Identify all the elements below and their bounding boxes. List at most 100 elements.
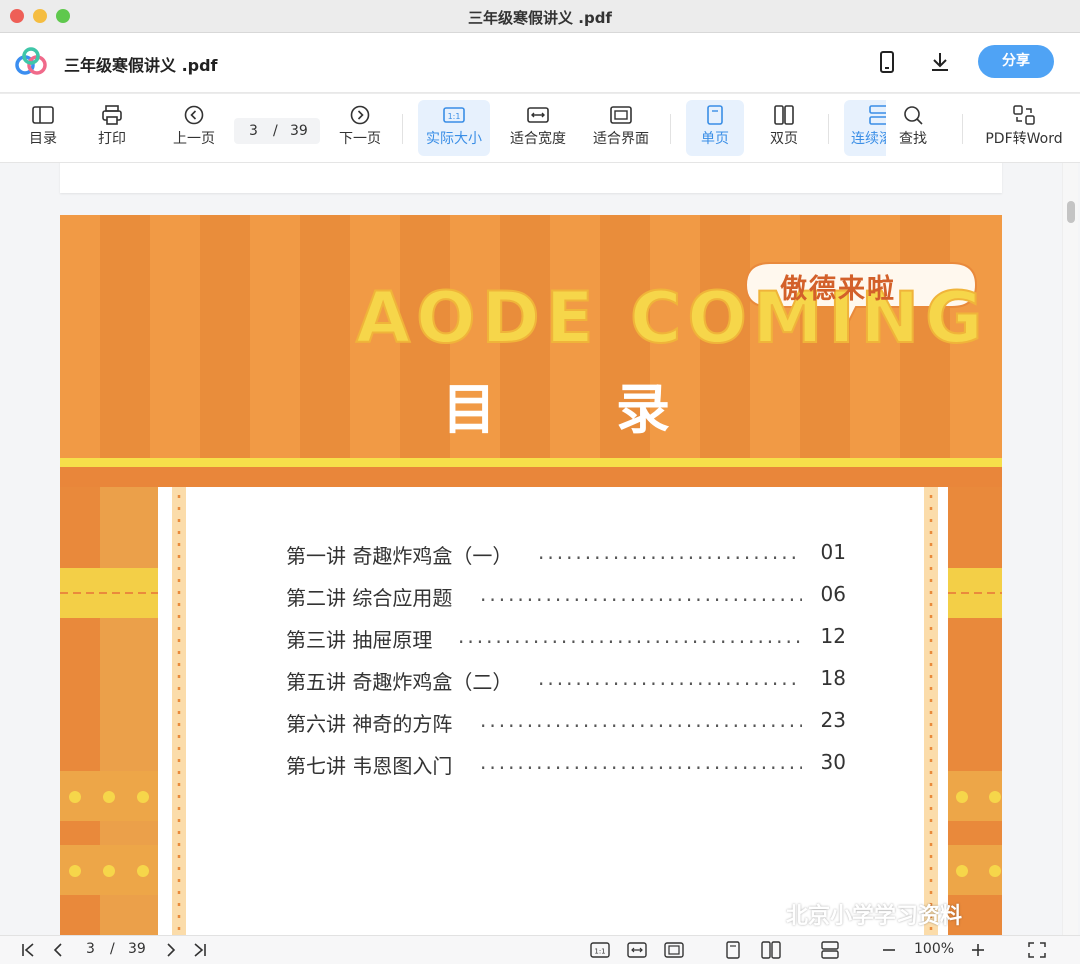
next-page-button[interactable]: 下一页 <box>332 100 388 156</box>
chevron-right-icon[interactable] <box>163 942 179 958</box>
status-current-page[interactable]: 3 <box>86 941 95 957</box>
vertical-scrollbar[interactable] <box>1062 163 1078 935</box>
next-page-label: 下一页 <box>339 131 381 147</box>
toc-button[interactable]: 目录 <box>18 100 68 156</box>
continuous-scroll-icon[interactable] <box>821 941 839 959</box>
single-page-label: 单页 <box>701 131 729 147</box>
print-button-label: 打印 <box>98 131 126 147</box>
single-page-icon[interactable] <box>724 941 742 959</box>
toc-entry[interactable]: 第七讲 韦恩图入门 ..............................… <box>286 750 846 780</box>
page-separator: / <box>273 123 278 139</box>
toc-leader-dots: ........................................… <box>538 666 802 690</box>
last-page-icon[interactable] <box>192 942 208 958</box>
fit-page-icon <box>610 106 632 124</box>
toc-entry[interactable]: 第二讲 综合应用题 ..............................… <box>286 582 846 612</box>
current-page: 3 <box>249 123 258 139</box>
print-button[interactable]: 打印 <box>88 100 136 156</box>
banner-badge: 傲德来啦 <box>780 274 896 305</box>
window-title: 三年级寒假讲义 .pdf <box>468 9 612 27</box>
zoom-level[interactable]: 100% <box>914 941 954 957</box>
actual-size-icon[interactable]: 1:1 <box>590 942 610 958</box>
toc-heading-right: 录 <box>616 378 670 441</box>
actual-size-button[interactable]: 1:1 实际大小 <box>418 100 490 156</box>
fullscreen-icon[interactable] <box>1028 942 1046 958</box>
single-page-icon <box>707 105 723 125</box>
page-number-input[interactable]: 3 / 39 <box>234 118 320 144</box>
printer-icon <box>102 105 122 125</box>
toc-entry-page: 12 <box>820 624 846 648</box>
app-logo-icon <box>15 47 47 75</box>
toc-leader-dots: ........................................… <box>480 708 802 732</box>
toc-leader-dots: ........................................… <box>480 750 802 774</box>
fit-page-icon[interactable] <box>664 942 684 958</box>
continuous-scroll-button[interactable]: 连续滚 <box>844 100 886 156</box>
fit-width-icon <box>527 107 549 123</box>
actual-size-label: 实际大小 <box>426 131 482 147</box>
document-viewer[interactable]: AODE COMING 傲德来啦 目 录 第一讲 奇趣炸鸡盒（一） ......… <box>0 163 1080 935</box>
fit-width-label: 适合宽度 <box>510 131 566 147</box>
double-page-button[interactable]: 双页 <box>756 100 812 156</box>
zoom-out-icon[interactable] <box>881 943 897 957</box>
status-page-separator: / <box>110 941 115 957</box>
chevron-left-icon[interactable] <box>50 942 66 958</box>
svg-text:1:1: 1:1 <box>594 948 605 956</box>
toc-entry[interactable]: 第六讲 神奇的方阵 ..............................… <box>286 708 846 738</box>
pdf-to-word-button[interactable]: PDF转Word <box>980 100 1068 156</box>
sidebar-icon <box>32 106 54 124</box>
toolbar-divider <box>828 114 829 144</box>
fit-width-icon[interactable] <box>627 942 647 958</box>
window-titlebar: 三年级寒假讲义 .pdf <box>0 0 1080 33</box>
toolbar-divider <box>670 114 671 144</box>
document-title: 三年级寒假讲义 .pdf <box>64 56 218 75</box>
toc-heading-left: 目 <box>442 378 496 441</box>
watermark: 北京小学学习资料 <box>786 904 963 929</box>
actual-size-icon: 1:1 <box>443 107 465 123</box>
double-page-icon[interactable] <box>761 941 781 959</box>
toc-entry[interactable]: 第五讲 奇趣炸鸡盒（二） ...........................… <box>286 666 846 696</box>
previous-page-sheet <box>60 163 1002 193</box>
chevron-right-circle-icon <box>350 105 370 125</box>
first-page-icon[interactable] <box>20 942 36 958</box>
toc-entry-title: 第一讲 奇趣炸鸡盒（一） <box>286 544 513 568</box>
toc-entry[interactable]: 第三讲 抽屉原理 ...............................… <box>286 624 846 654</box>
download-icon[interactable] <box>928 50 952 74</box>
pdf-to-word-label: PDF转Word <box>985 131 1063 147</box>
find-button[interactable]: 查找 <box>888 100 938 156</box>
toc-entry-page: 23 <box>820 708 846 732</box>
total-pages: 39 <box>290 123 308 139</box>
toc-entry-page: 30 <box>820 750 846 774</box>
double-page-icon <box>774 105 794 125</box>
toc-entry-page: 18 <box>820 666 846 690</box>
convert-icon <box>1013 105 1035 125</box>
chevron-left-circle-icon <box>184 105 204 125</box>
pdf-page: AODE COMING 傲德来啦 目 录 第一讲 奇趣炸鸡盒（一） ......… <box>60 215 1002 935</box>
zoom-in-icon[interactable] <box>970 943 986 957</box>
scrollbar-thumb[interactable] <box>1067 201 1075 223</box>
toc-entry-page: 01 <box>820 540 846 564</box>
svg-text:1:1: 1:1 <box>448 112 461 121</box>
mobile-icon[interactable] <box>875 50 899 74</box>
toc-entry-title: 第三讲 抽屉原理 <box>286 628 433 652</box>
fit-width-button[interactable]: 适合宽度 <box>502 100 574 156</box>
double-page-label: 双页 <box>770 131 798 147</box>
toolbar-divider <box>402 114 403 144</box>
toc-entry-title: 第六讲 神奇的方阵 <box>286 712 453 736</box>
share-button[interactable]: 分享 <box>978 45 1054 78</box>
fit-page-button[interactable]: 适合界面 <box>586 100 656 156</box>
toc-entry-page: 06 <box>820 582 846 606</box>
app-header: 三年级寒假讲义 .pdf 分享 <box>0 33 1080 93</box>
single-page-button[interactable]: 单页 <box>686 100 744 156</box>
toolbar: 目录 打印 上一页 3 / 39 下一页 1:1 实际大小 适合宽度 适合界面 … <box>0 94 1080 163</box>
search-icon <box>904 106 923 125</box>
prev-page-label: 上一页 <box>173 131 215 147</box>
status-total-pages: 39 <box>128 941 146 957</box>
continuous-scroll-icon <box>869 105 886 125</box>
toolbar-divider <box>962 114 963 144</box>
toc-entry[interactable]: 第一讲 奇趣炸鸡盒（一） ...........................… <box>286 540 846 570</box>
prev-page-button[interactable]: 上一页 <box>166 100 222 156</box>
toc-leader-dots: ........................................… <box>538 540 802 564</box>
bottom-statusbar: 3 / 39 1:1 100% <box>0 935 1080 964</box>
toc-entry-title: 第七讲 韦恩图入门 <box>286 754 453 778</box>
fit-page-label: 适合界面 <box>593 131 649 147</box>
continuous-scroll-label: 连续滚 <box>851 131 886 147</box>
